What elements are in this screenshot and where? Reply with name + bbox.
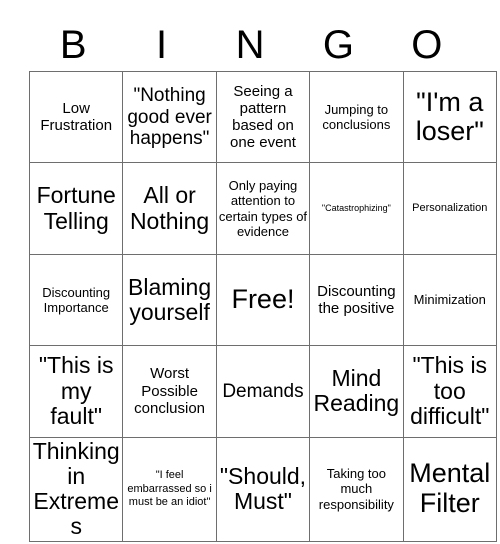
bingo-cell-o2[interactable]: Personalization <box>402 162 497 255</box>
bingo-cell-i3[interactable]: Blaming yourself <box>122 253 217 347</box>
bingo-cell-label: Taking too much responsibility <box>318 466 394 512</box>
bingo-cell-n4[interactable]: Demands <box>215 345 311 438</box>
bingo-cell-g5[interactable]: Taking too much responsibility <box>309 436 404 542</box>
bingo-cell-b3[interactable]: Discounting Importance <box>28 253 124 347</box>
bingo-cell-label: Minimization <box>413 292 486 308</box>
bingo-row: Thinking in Extremes "I feel embarrassed… <box>28 436 497 542</box>
bingo-cell-o3[interactable]: Minimization <box>402 253 497 347</box>
bingo-cell-o1[interactable]: "I'm a loser" <box>402 70 497 164</box>
bingo-cell-b4[interactable]: "This is my fault" <box>28 345 124 438</box>
bingo-cell-label: Thinking in Extremes <box>32 437 120 540</box>
bingo-row: Fortune Telling All or Nothing Only payi… <box>28 162 497 255</box>
bingo-cell-i5[interactable]: "I feel embarrassed so i must be an idio… <box>122 436 217 542</box>
bingo-card: B I N G O Low Frustration "Nothing good … <box>28 0 497 542</box>
bingo-cell-b2[interactable]: Fortune Telling <box>28 162 124 255</box>
bingo-cell-i1[interactable]: "Nothing good ever happens" <box>122 70 217 164</box>
bingo-cell-n2[interactable]: Only paying attention to certain types o… <box>215 162 311 255</box>
bingo-cell-label: Seeing a pattern based on one event <box>230 82 296 152</box>
bingo-cell-label: "This is my fault" <box>38 352 114 430</box>
bingo-cell-i2[interactable]: All or Nothing <box>122 162 217 255</box>
bingo-cell-g4[interactable]: Mind Reading <box>309 345 404 438</box>
bingo-row: "This is my fault" Worst Possible conclu… <box>28 345 497 438</box>
bingo-cell-label: Demands <box>222 380 304 402</box>
bingo-cell-label: Fortune Telling <box>36 182 116 234</box>
bingo-cell-label: "Catastrophizing" <box>321 203 391 214</box>
bingo-cell-label: "Should, Must" <box>219 462 307 515</box>
header-letter-i: I <box>156 23 168 67</box>
header-letter-n: N <box>235 23 265 67</box>
bingo-cell-b5[interactable]: Thinking in Extremes <box>28 436 124 542</box>
bingo-cell-label: Blaming yourself <box>128 273 212 325</box>
bingo-cell-i4[interactable]: Worst Possible conclusion <box>122 345 217 438</box>
bingo-cell-label: "I feel embarrassed so i must be an idio… <box>127 469 212 508</box>
free-space-label: Free! <box>231 284 295 315</box>
bingo-cell-g1[interactable]: Jumping to conclusions <box>309 70 404 164</box>
bingo-cell-label: Discounting the positive <box>317 282 396 317</box>
bingo-cell-n1[interactable]: Seeing a pattern based on one event <box>215 70 311 164</box>
bingo-cell-b1[interactable]: Low Frustration <box>28 70 124 164</box>
bingo-grid: Low Frustration "Nothing good ever happe… <box>28 70 497 542</box>
bingo-cell-label: Jumping to conclusions <box>322 101 391 133</box>
bingo-cell-label: Only paying attention to certain types o… <box>218 177 308 239</box>
bingo-cell-label: "I'm a loser" <box>415 86 484 147</box>
header-letter-b: B <box>59 23 87 67</box>
bingo-cell-label: "This is too difficult" <box>410 352 490 430</box>
bingo-header: B I N G O <box>29 0 471 71</box>
bingo-cell-g3[interactable]: Discounting the positive <box>309 253 404 347</box>
bingo-cell-n5[interactable]: "Should, Must" <box>215 436 311 542</box>
bingo-cell-o5[interactable]: Mental Filter <box>402 436 497 542</box>
header-letter-o: O <box>411 23 443 67</box>
bingo-cell-label: Personalization <box>412 201 488 214</box>
bingo-cell-label: Discounting Importance <box>42 284 111 315</box>
bingo-cell-label: Worst Possible conclusion <box>134 365 206 417</box>
bingo-row: Low Frustration "Nothing good ever happe… <box>28 70 497 164</box>
bingo-cell-free-space[interactable]: Free! <box>215 253 311 347</box>
bingo-row: Discounting Importance Blaming yourself … <box>28 253 497 347</box>
bingo-cell-g2[interactable]: "Catastrophizing" <box>309 162 404 255</box>
bingo-cell-label: "Nothing good ever happens" <box>127 85 212 149</box>
header-letter-g: G <box>322 23 354 67</box>
bingo-cell-o4[interactable]: "This is too difficult" <box>402 345 497 438</box>
bingo-cell-label: Mental Filter <box>409 458 491 519</box>
bingo-cell-label: Low Frustration <box>40 99 113 135</box>
bingo-cell-label: All or Nothing <box>129 182 210 234</box>
bingo-cell-label: Mind Reading <box>313 365 400 417</box>
